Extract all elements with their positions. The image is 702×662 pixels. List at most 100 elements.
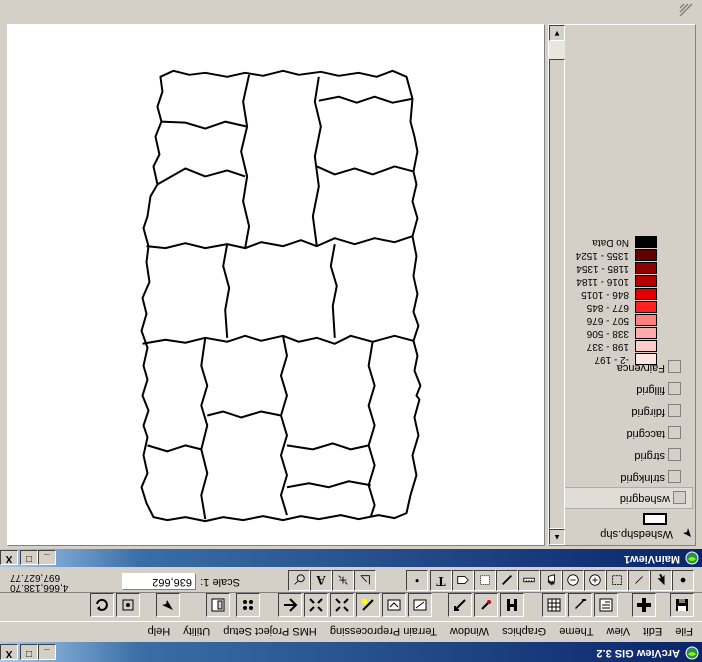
view-title: MainView1: [623, 553, 680, 565]
toc-item-strlnkgrid[interactable]: strlnkgrid: [557, 467, 687, 487]
pointer-tool[interactable]: [650, 570, 672, 591]
zoom-out-tool[interactable]: [562, 570, 584, 591]
pan-tool[interactable]: [540, 570, 562, 591]
checkbox-strlnkgrid[interactable]: [668, 470, 681, 483]
view-title-bar[interactable]: MainView1 _ □ X: [0, 549, 702, 567]
draw-tool-icon: [294, 574, 305, 586]
tool-bar: ● T • A Scale 1: 636,662 4,666,138.70 69…: [0, 570, 702, 593]
table-of-contents: Wshedshp.shp wsheqgrid strlnkgrid strgri…: [548, 24, 696, 546]
text-tool[interactable]: T: [430, 570, 452, 591]
area-of-interest-icon: [480, 575, 490, 586]
checkbox-fairvenca[interactable]: [668, 360, 681, 373]
checkbox-fdirgrid[interactable]: [668, 404, 681, 417]
edit-legend-button[interactable]: [568, 593, 592, 617]
menu-view[interactable]: View: [602, 622, 636, 640]
menu-graphics[interactable]: Graphics: [497, 622, 551, 640]
legend-swatch: [635, 314, 657, 326]
select-feature-icon: [612, 575, 622, 586]
legend-swatch: [635, 249, 657, 261]
clear-selection-icon: [211, 598, 225, 612]
menu-hms-project-setup[interactable]: HMS Project Setup: [218, 622, 322, 640]
save-button[interactable]: [670, 593, 694, 617]
legend-label: 338 - 506: [586, 328, 629, 339]
measure-tool[interactable]: [518, 570, 540, 591]
select-point-button[interactable]: [116, 593, 140, 617]
zoom-to-extent-button[interactable]: [408, 593, 432, 617]
scale-input[interactable]: 636,662: [122, 573, 196, 590]
menu-terrain-preprocessing[interactable]: Terrain Preprocessing: [325, 622, 442, 640]
area-of-interest-tool[interactable]: [474, 570, 496, 591]
checkbox-wsheqgrid[interactable]: [673, 491, 686, 504]
label-tool-icon: [338, 575, 348, 586]
zoom-out-fixed-button[interactable]: [304, 593, 328, 617]
zoom-in-tool[interactable]: [584, 570, 606, 591]
snap-tool[interactable]: [354, 570, 376, 591]
checkbox-taccgrid[interactable]: [668, 426, 681, 439]
toc-item-wshedshp[interactable]: Wshedshp.shp: [565, 523, 695, 543]
menu-help[interactable]: Help: [143, 622, 176, 640]
draw-point-tool[interactable]: •: [406, 570, 428, 591]
vertex-edit-tool[interactable]: [628, 570, 650, 591]
toc-item-strgrid[interactable]: strgrid: [557, 445, 687, 465]
legend-swatch: [635, 275, 657, 287]
find-icon: [507, 599, 517, 611]
edit-legend-icon: [575, 599, 586, 609]
view-minimize-button[interactable]: _: [38, 550, 56, 565]
help-button[interactable]: [156, 593, 180, 617]
clear-selection-button[interactable]: [206, 593, 230, 617]
scroll-down-button[interactable]: ▼: [549, 25, 565, 41]
add-theme-button[interactable]: [632, 593, 656, 617]
select-by-theme-button[interactable]: [236, 593, 260, 617]
toc-item-wsheqgrid[interactable]: wsheqgrid: [561, 487, 693, 509]
scroll-thumb[interactable]: [549, 59, 565, 529]
menu-window[interactable]: Window: [445, 622, 494, 640]
toc-item-taccgrid[interactable]: taccgrid: [557, 423, 687, 443]
checkbox-fillgrid[interactable]: [668, 382, 681, 395]
toc-item-fdirgrid[interactable]: fdirgrid: [557, 401, 687, 421]
label-icon: [457, 576, 469, 585]
open-table-button[interactable]: [542, 593, 566, 617]
legend-swatch: [635, 353, 657, 365]
checkbox-strgrid[interactable]: [668, 448, 681, 461]
app-minimize-button[interactable]: _: [38, 644, 56, 660]
toc-scrollbar[interactable]: ▲ ▼: [549, 25, 565, 545]
map-canvas[interactable]: [7, 24, 545, 546]
toc-label-strlnkgrid: strlnkgrid: [620, 472, 665, 484]
legend-label: 1016 - 1184: [576, 276, 629, 287]
label-tool[interactable]: [452, 570, 474, 591]
refresh-button[interactable]: [90, 593, 114, 617]
resize-grip-icon[interactable]: [678, 2, 694, 18]
scroll-up-button[interactable]: ▲: [549, 529, 565, 545]
vertex-snap-tool[interactable]: [332, 570, 354, 591]
app-maximize-button[interactable]: □: [20, 644, 38, 660]
menu-bar: File Edit View Theme Graphics Window Ter…: [0, 622, 698, 640]
add-theme-icon: [637, 598, 651, 612]
arcview-globe-icon: [685, 646, 699, 660]
draw-tool[interactable]: [288, 570, 310, 591]
app-close-button[interactable]: X: [0, 644, 18, 660]
view-maximize-button[interactable]: □: [20, 550, 38, 565]
view-close-button[interactable]: X: [0, 550, 18, 565]
zoom-to-themes-button[interactable]: [382, 593, 406, 617]
legend-swatch: [635, 236, 657, 248]
theme-properties-button[interactable]: [594, 593, 618, 617]
locate-address-button[interactable]: [474, 593, 498, 617]
zoom-to-selected-button[interactable]: [356, 593, 380, 617]
callout-text-tool[interactable]: A: [310, 570, 332, 591]
refresh-icon: [96, 598, 108, 611]
hotlink-tool[interactable]: [496, 570, 518, 591]
zoom-previous-button[interactable]: [278, 593, 302, 617]
menu-file[interactable]: File: [670, 622, 698, 640]
find-button[interactable]: [500, 593, 524, 617]
menu-theme[interactable]: Theme: [554, 622, 598, 640]
toc-label-taccgrid: taccgrid: [626, 428, 665, 440]
menu-utility[interactable]: Utility: [178, 622, 215, 640]
app-title-bar[interactable]: ArcView GIS 3.2 _ □ X: [0, 642, 702, 662]
toc-item-fillgrid[interactable]: fillgrid: [557, 379, 687, 399]
select-feature-tool[interactable]: [606, 570, 628, 591]
query-builder-button[interactable]: [448, 593, 472, 617]
zoom-in-fixed-button[interactable]: [330, 593, 354, 617]
coordinate-y: 697,627.77: [10, 572, 61, 583]
identify-tool[interactable]: ●: [672, 570, 694, 591]
menu-edit[interactable]: Edit: [638, 622, 667, 640]
